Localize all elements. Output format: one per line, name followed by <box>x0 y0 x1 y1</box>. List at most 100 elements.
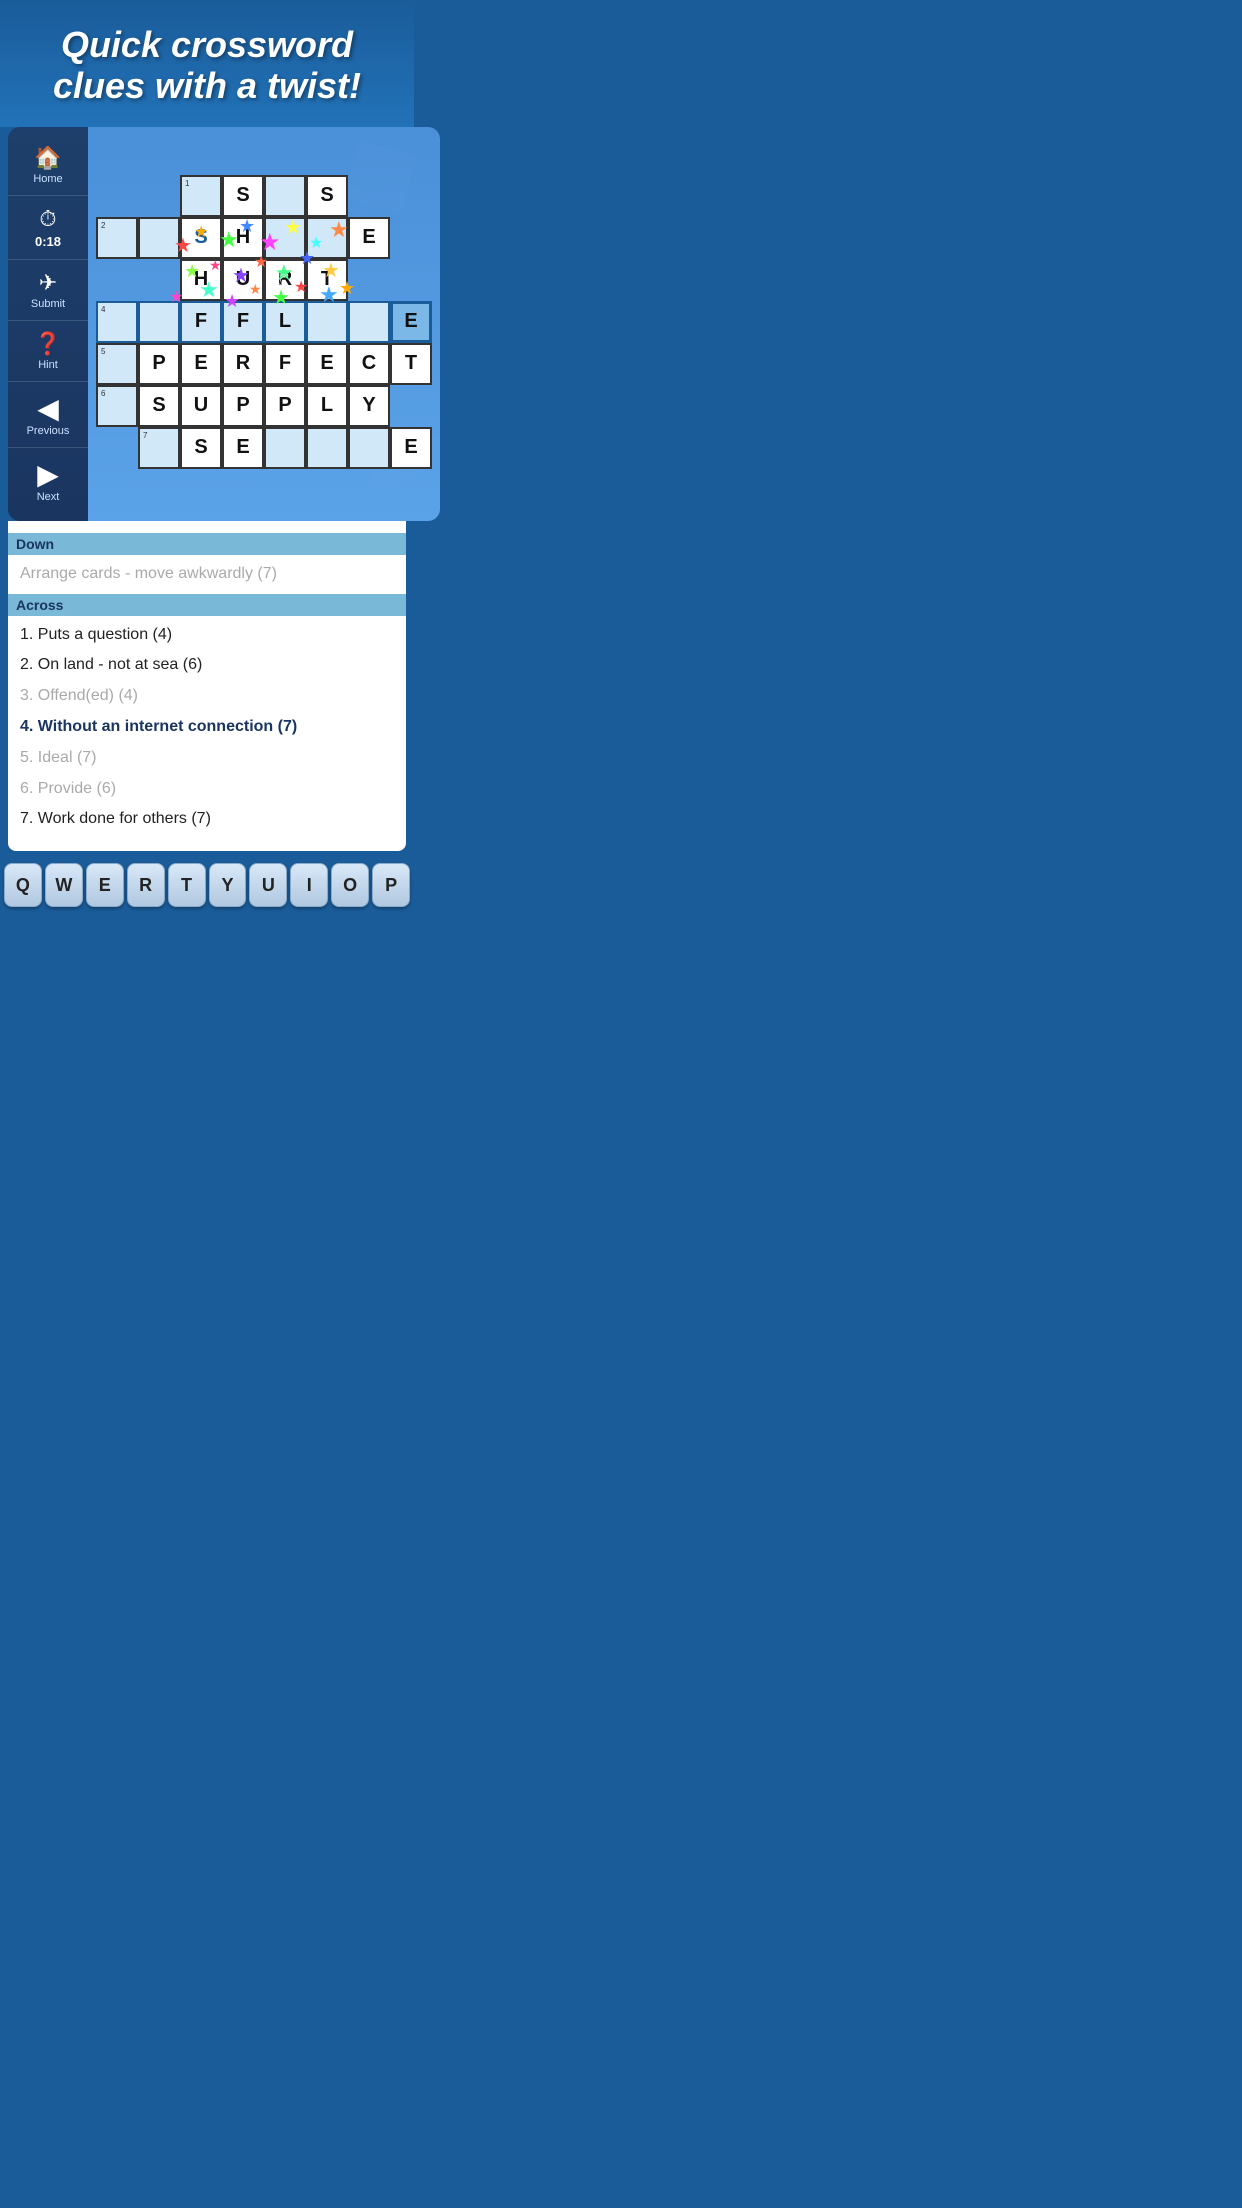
previous-label: Previous <box>27 425 70 437</box>
grid-cell[interactable]: F <box>180 301 222 343</box>
grid-cell[interactable]: P <box>222 385 264 427</box>
grid-cell[interactable]: R <box>264 259 306 301</box>
clue-number-5: 5. <box>20 749 33 766</box>
grid-cell[interactable]: U <box>180 385 222 427</box>
next-icon: ▶ <box>37 458 59 491</box>
grid-cell[interactable] <box>348 427 390 469</box>
clue-number-6: 6. <box>20 780 33 797</box>
clue-5[interactable]: 5. Ideal (7) <box>20 743 394 774</box>
grid-cell[interactable]: 2 <box>96 217 138 259</box>
clue-3[interactable]: 3. Offend(ed) (4) <box>20 681 394 712</box>
app-header: Quick crossword clues with a twist! <box>0 0 414 127</box>
hint-label: Hint <box>38 359 58 371</box>
grid-cell[interactable]: E <box>180 343 222 385</box>
key-o[interactable]: O <box>331 863 369 907</box>
clues-section: Down Arrange cards - move awkwardly (7) … <box>8 521 406 851</box>
grid-cell[interactable]: 1 <box>180 175 222 217</box>
sidebar-submit[interactable]: ✈ Submit <box>8 260 88 321</box>
crossword-grid[interactable]: 1 S S 2 S H E <box>96 175 432 469</box>
grid-cell[interactable]: F <box>264 343 306 385</box>
clue-text-2: On land - not at sea (6) <box>38 656 203 673</box>
cell-empty <box>390 175 432 217</box>
clue-number-7: 7. <box>20 810 33 827</box>
clue-4[interactable]: 4. Without an internet connection (7) <box>20 712 394 743</box>
sidebar-previous[interactable]: ◀ Previous <box>8 382 88 448</box>
clue-7[interactable]: 7. Work done for others (7) <box>20 804 394 835</box>
cell-empty <box>390 259 432 301</box>
grid-row-1: 1 S S <box>96 175 432 217</box>
grid-cell[interactable]: E <box>306 343 348 385</box>
cell-empty <box>348 175 390 217</box>
grid-cell[interactable]: L <box>306 385 348 427</box>
grid-row-3: H U R T <box>96 259 432 301</box>
grid-cell[interactable]: S <box>222 175 264 217</box>
grid-cell[interactable]: 7 <box>138 427 180 469</box>
grid-cell-active[interactable]: E <box>390 301 432 343</box>
key-r[interactable]: R <box>127 863 165 907</box>
grid-cell[interactable]: H <box>222 217 264 259</box>
grid-cell[interactable] <box>306 301 348 343</box>
grid-cell[interactable]: C <box>348 343 390 385</box>
sidebar-hint[interactable]: ❓ Hint <box>8 321 88 382</box>
key-e[interactable]: E <box>86 863 124 907</box>
grid-cell[interactable] <box>264 175 306 217</box>
grid-container: 1 S S 2 S H E <box>88 127 440 521</box>
key-y[interactable]: Y <box>209 863 247 907</box>
grid-cell[interactable]: 4 <box>96 301 138 343</box>
clue-number-2: 2. <box>20 656 33 673</box>
grid-cell[interactable]: L <box>264 301 306 343</box>
grid-cell[interactable]: U <box>222 259 264 301</box>
clue-text-6: Provide (6) <box>38 780 116 797</box>
grid-cell[interactable] <box>306 217 348 259</box>
key-t[interactable]: T <box>168 863 206 907</box>
cell-empty <box>96 427 138 469</box>
clue-number-1: 1. <box>20 626 33 643</box>
grid-cell[interactable]: S <box>180 217 222 259</box>
grid-cell[interactable]: Y <box>348 385 390 427</box>
clue-text-4: Without an internet connection (7) <box>38 718 297 735</box>
grid-cell[interactable] <box>264 217 306 259</box>
clue-2[interactable]: 2. On land - not at sea (6) <box>20 650 394 681</box>
grid-cell[interactable] <box>264 427 306 469</box>
grid-cell[interactable]: T <box>390 343 432 385</box>
grid-cell[interactable]: T <box>306 259 348 301</box>
key-q[interactable]: Q <box>4 863 42 907</box>
key-p[interactable]: P <box>372 863 410 907</box>
grid-row-5: 5 P E R F E C T <box>96 343 432 385</box>
clue-1[interactable]: 1. Puts a question (4) <box>20 620 394 651</box>
sidebar: 🏠 Home ⏱ 0:18 ✈ Submit ❓ Hint ◀ Previous… <box>8 127 88 521</box>
grid-cell[interactable]: E <box>390 427 432 469</box>
down-clue[interactable]: Arrange cards - move awkwardly (7) <box>20 559 394 590</box>
submit-label: Submit <box>31 298 65 310</box>
grid-cell[interactable]: 6 <box>96 385 138 427</box>
grid-cell[interactable]: P <box>264 385 306 427</box>
header-title: Quick crossword clues with a twist! <box>20 24 394 107</box>
cell-empty <box>96 259 138 301</box>
key-w[interactable]: W <box>45 863 83 907</box>
grid-cell[interactable] <box>138 301 180 343</box>
grid-cell[interactable]: 5 <box>96 343 138 385</box>
grid-cell[interactable] <box>348 301 390 343</box>
grid-row-7: 7 S E E <box>96 427 432 469</box>
grid-cell[interactable]: H <box>180 259 222 301</box>
previous-icon: ◀ <box>37 392 59 425</box>
grid-cell[interactable] <box>138 217 180 259</box>
across-header: Across <box>8 594 406 616</box>
grid-cell[interactable]: E <box>222 427 264 469</box>
grid-cell[interactable]: S <box>138 385 180 427</box>
key-i[interactable]: I <box>290 863 328 907</box>
grid-cell[interactable]: F <box>222 301 264 343</box>
grid-cell[interactable]: P <box>138 343 180 385</box>
sidebar-next[interactable]: ▶ Next <box>8 448 88 513</box>
grid-cell[interactable] <box>306 427 348 469</box>
key-u[interactable]: U <box>249 863 287 907</box>
clue-text-5: Ideal (7) <box>38 749 97 766</box>
grid-row-6: 6 S U P P L Y <box>96 385 432 427</box>
clue-6[interactable]: 6. Provide (6) <box>20 774 394 805</box>
grid-cell[interactable]: S <box>180 427 222 469</box>
sidebar-home[interactable]: 🏠 Home <box>8 135 88 196</box>
grid-cell[interactable]: E <box>348 217 390 259</box>
grid-cell[interactable]: S <box>306 175 348 217</box>
grid-cell[interactable]: R <box>222 343 264 385</box>
sidebar-timer: ⏱ 0:18 <box>8 196 88 260</box>
